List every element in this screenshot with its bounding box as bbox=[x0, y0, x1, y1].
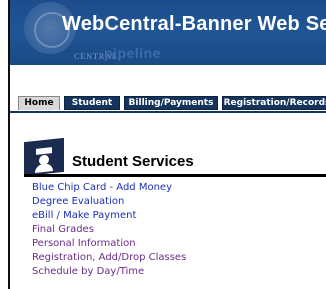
tab-underline bbox=[10, 111, 326, 113]
link-registration-add-drop[interactable]: Registration, Add/Drop Classes bbox=[32, 251, 186, 265]
student-body-icon bbox=[35, 163, 53, 173]
tab-billing-payments[interactable]: Billing/Payments bbox=[124, 96, 218, 110]
app-title: WebCentral-Banner Web Serv bbox=[62, 13, 326, 35]
link-personal-information[interactable]: Personal Information bbox=[32, 237, 186, 251]
tab-student[interactable]: Student bbox=[64, 96, 120, 110]
link-final-grades[interactable]: Final Grades bbox=[32, 223, 186, 237]
header-banner: WebCentral-Banner Web Serv CENTRAL pipel… bbox=[10, 0, 326, 65]
section-title: Student Services bbox=[72, 153, 194, 170]
logo-pipeline-text: pipeline bbox=[104, 45, 161, 61]
section-divider bbox=[24, 174, 326, 177]
tab-registration-records[interactable]: Registration/Records bbox=[222, 96, 326, 110]
graduation-cap-icon bbox=[36, 147, 52, 155]
link-blue-chip-card[interactable]: Blue Chip Card - Add Money bbox=[32, 181, 186, 195]
link-ebill-payment[interactable]: eBill / Make Payment bbox=[32, 209, 186, 223]
tab-home[interactable]: Home bbox=[18, 96, 60, 110]
left-margin bbox=[0, 0, 8, 289]
service-link-list: Blue Chip Card - Add Money Degree Evalua… bbox=[32, 181, 186, 279]
link-schedule-day-time[interactable]: Schedule by Day/Time bbox=[32, 265, 186, 279]
link-degree-evaluation[interactable]: Degree Evaluation bbox=[32, 195, 186, 209]
student-services-icon bbox=[24, 137, 64, 177]
tab-bar: Home Student Billing/Payments Registrati… bbox=[10, 96, 326, 112]
